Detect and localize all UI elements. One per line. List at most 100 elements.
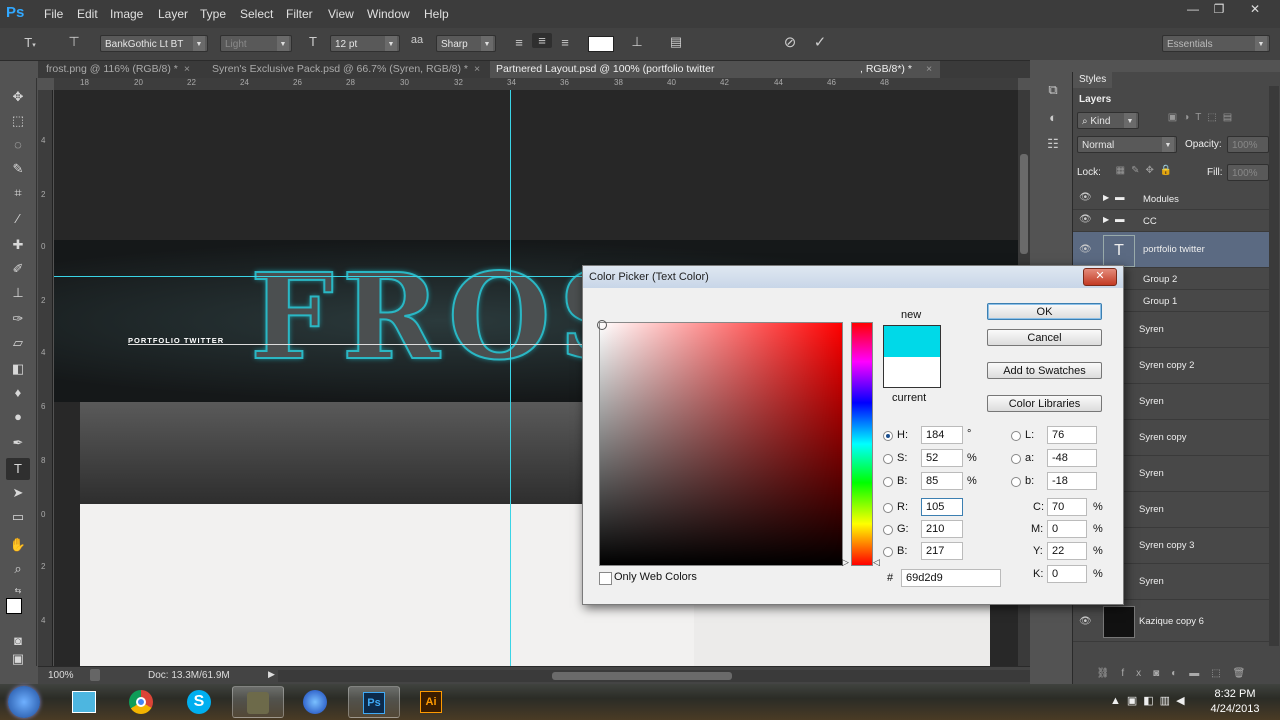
menu-edit[interactable]: Edit	[77, 7, 98, 21]
lab-l-field[interactable]: 76	[1047, 426, 1097, 444]
close-window-button[interactable]: ✕	[1244, 2, 1266, 18]
dodge-tool-icon[interactable]: ●	[6, 406, 30, 428]
lab-b-radio[interactable]	[1011, 477, 1021, 487]
menu-file[interactable]: File	[44, 7, 63, 21]
quick-select-tool-icon[interactable]: ✎	[6, 158, 30, 180]
crop-tool-icon[interactable]: ⌗	[6, 182, 30, 204]
taskbar-skype-icon[interactable]: S	[174, 686, 226, 718]
layer-row-modules[interactable]: 👁 ▶ ▬ Modules	[1073, 188, 1269, 210]
yellow-field[interactable]: 22	[1047, 542, 1087, 560]
align-center-icon[interactable]: ≡	[532, 33, 552, 48]
clock-date[interactable]: 4/24/2013	[1200, 703, 1270, 715]
hex-field[interactable]: 69d2d9	[901, 569, 1001, 587]
gradient-tool-icon[interactable]: ◧	[6, 358, 30, 380]
eye-icon[interactable]: 👁	[1079, 192, 1092, 203]
cancel-edit-icon[interactable]: ⊘	[780, 33, 800, 51]
blue-field[interactable]: 217	[921, 542, 963, 560]
horizontal-scrollbar[interactable]	[278, 670, 1030, 682]
system-tray-icons[interactable]: ▲▣◧▥◀	[1110, 694, 1191, 707]
cyan-field[interactable]: 70	[1047, 498, 1087, 516]
font-size-select[interactable]: 12 pt ▼	[330, 35, 400, 52]
hue-slider[interactable]	[851, 322, 873, 566]
tab-frost[interactable]: frost.png @ 116% (RGB/8) * ×	[40, 61, 204, 78]
layer-actions-bar[interactable]: ⛓fx◙◐▬⬚🗑	[1087, 668, 1267, 679]
lab-a-field[interactable]: -48	[1047, 449, 1097, 467]
start-button[interactable]	[8, 686, 40, 718]
green-field[interactable]: 210	[921, 520, 963, 538]
rectangle-tool-icon[interactable]: ▭	[6, 506, 30, 528]
lab-a-radio[interactable]	[1011, 454, 1021, 464]
hand-tool-icon[interactable]: ✋	[6, 534, 30, 556]
eye-icon[interactable]: 👁	[1079, 244, 1092, 255]
guide-vertical[interactable]	[510, 90, 511, 666]
brush-tool-icon[interactable]: ✐	[6, 258, 30, 280]
font-style-select[interactable]: Light ▼	[220, 35, 292, 52]
status-menu-icon[interactable]	[90, 669, 100, 681]
red-radio[interactable]	[883, 503, 893, 513]
menu-filter[interactable]: Filter	[286, 7, 313, 21]
menu-type[interactable]: Type	[200, 7, 226, 21]
status-arrow-icon[interactable]: ▶	[268, 669, 275, 680]
scroll-thumb[interactable]	[1020, 154, 1028, 254]
align-right-icon[interactable]: ≡	[556, 35, 574, 50]
path-select-tool-icon[interactable]: ➤	[6, 482, 30, 504]
text-color-swatch[interactable]	[588, 36, 614, 52]
tab-syren-pack[interactable]: Syren's Exclusive Pack.psd @ 66.7% (Syre…	[206, 61, 490, 78]
saturation-field[interactable]: 52	[921, 449, 963, 467]
properties-panel-icon[interactable]: ☷	[1042, 136, 1064, 156]
red-field[interactable]: 105	[921, 498, 963, 516]
taskbar-ie-icon[interactable]	[290, 686, 342, 718]
color-libraries-button[interactable]: Color Libraries	[987, 395, 1102, 412]
lock-icons[interactable]: ▦✎✥🔒	[1107, 165, 1187, 176]
menu-layer[interactable]: Layer	[158, 7, 188, 21]
workspace-select[interactable]: Essentials ▼	[1162, 35, 1270, 52]
eraser-tool-icon[interactable]: ▱	[6, 332, 30, 354]
eye-icon[interactable]: 👁	[1079, 214, 1092, 225]
color-field[interactable]	[599, 322, 843, 566]
tab-partnered-layout[interactable]: Partnered Layout.psd @ 100% (portfolio t…	[490, 61, 940, 78]
close-icon[interactable]: ×	[474, 63, 480, 75]
taskbar-chrome-icon[interactable]	[116, 686, 168, 718]
healing-tool-icon[interactable]: ✚	[6, 234, 30, 256]
dialog-close-button[interactable]: ✕	[1083, 268, 1117, 286]
layer-row-kazique-copy-6[interactable]: 👁 Kazique copy 6	[1073, 602, 1269, 642]
taskbar-photoshop-icon[interactable]: Ps	[348, 686, 400, 718]
expand-arrow-icon[interactable]: ▶	[1103, 215, 1109, 224]
type-tool-icon[interactable]: T	[6, 458, 30, 480]
cancel-button[interactable]: Cancel	[987, 329, 1102, 346]
blend-mode-select[interactable]: Normal ▼	[1077, 136, 1177, 153]
zoom-level[interactable]: 100%	[48, 670, 74, 681]
menu-select[interactable]: Select	[240, 7, 273, 21]
character-panel-icon[interactable]: ▤	[666, 34, 686, 50]
color-panel-icon[interactable]: ◐	[1042, 110, 1064, 130]
warp-text-icon[interactable]: ⊥	[628, 34, 646, 50]
tab-layers[interactable]: Layers	[1073, 92, 1118, 108]
hue-slider-left-arrow[interactable]: ▷	[842, 557, 849, 568]
layer-filter-kind[interactable]: ⌕ Kind ▼	[1077, 112, 1139, 129]
layer-row-portfolio-twitter[interactable]: 👁 Tportfolio twitter	[1073, 232, 1269, 268]
blue-radio[interactable]	[883, 547, 893, 557]
menu-help[interactable]: Help	[424, 7, 449, 21]
type-tool-preset-icon[interactable]: T▾	[18, 35, 42, 50]
antialias-select[interactable]: Sharp ▼	[436, 35, 496, 52]
restore-button[interactable]: ❐	[1208, 2, 1230, 18]
hue-radio[interactable]	[883, 431, 893, 441]
layers-scrollbar[interactable]	[1269, 86, 1279, 646]
screen-mode-icon[interactable]: ▣	[6, 652, 30, 666]
layer-row-cc[interactable]: 👁 ▶ ▬ CC	[1073, 210, 1269, 232]
hue-field[interactable]: 184	[921, 426, 963, 444]
taskbar-illustrator-icon[interactable]: Ai	[406, 686, 458, 718]
move-tool-icon[interactable]: ✥	[6, 86, 30, 108]
add-to-swatches-button[interactable]: Add to Swatches	[987, 362, 1102, 379]
lasso-tool-icon[interactable]: ◌	[6, 134, 30, 156]
black-field[interactable]: 0	[1047, 565, 1087, 583]
ok-button[interactable]: OK	[987, 303, 1102, 320]
fill-field[interactable]: 100%	[1227, 164, 1269, 181]
opacity-field[interactable]: 100%	[1227, 136, 1269, 153]
zoom-tool-icon[interactable]: ⌕	[6, 558, 30, 580]
commit-edit-icon[interactable]: ✓	[810, 33, 830, 51]
align-left-icon[interactable]: ≡	[510, 35, 528, 50]
taskbar-notepad-icon[interactable]	[58, 686, 110, 718]
quick-mask-icon[interactable]: ◙	[6, 630, 30, 652]
menu-view[interactable]: View	[328, 7, 354, 21]
